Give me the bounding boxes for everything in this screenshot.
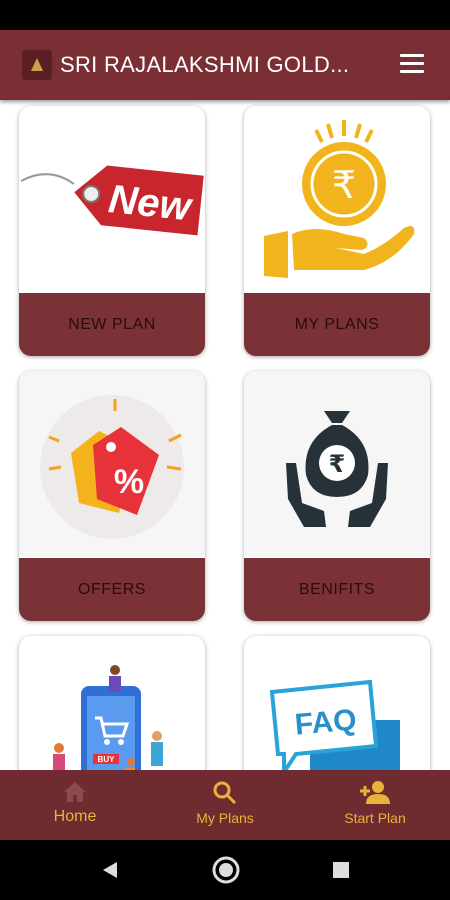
tile-grid: New NEW PLAN ₹ MY PLANS % OFFERS ₹ BENIF… xyxy=(0,100,450,770)
tile-offers[interactable]: % OFFERS xyxy=(19,371,205,621)
nav-start-plan-label: Start Plan xyxy=(344,810,406,826)
tile-new-plan[interactable]: New NEW PLAN xyxy=(19,106,205,356)
faq-text: FAQ xyxy=(294,703,358,741)
tile-shop[interactable]: BUY xyxy=(19,636,205,770)
app-title: SRI RAJALAKSHMI GOLD... xyxy=(60,52,350,77)
nav-start-plan[interactable]: Start Plan xyxy=(300,770,450,840)
back-icon[interactable] xyxy=(99,859,121,881)
tile-my-plans[interactable]: ₹ MY PLANS xyxy=(244,106,430,356)
tile-label: OFFERS xyxy=(19,558,205,621)
coin-hand-icon: ₹ xyxy=(244,106,430,292)
home-icon xyxy=(64,782,86,802)
shopping-phone-icon: BUY xyxy=(19,636,205,770)
nav-home[interactable]: Home xyxy=(0,770,150,840)
faq-speech-icon: FAQ xyxy=(244,636,430,770)
new-tag-icon: New xyxy=(19,106,205,292)
recents-icon[interactable] xyxy=(331,860,351,880)
system-navigation-bar xyxy=(0,840,450,900)
bottom-nav: Home My Plans Start Plan xyxy=(0,770,450,840)
status-bar xyxy=(0,0,450,30)
home-button-icon[interactable] xyxy=(211,855,241,885)
rupee-symbol-text: ₹ xyxy=(332,163,356,207)
rupee-symbol-text: ₹ xyxy=(329,450,346,478)
nav-home-label: Home xyxy=(53,808,97,825)
hamburger-menu-icon[interactable] xyxy=(400,54,424,76)
brand-logo-icon xyxy=(22,50,52,80)
percent-symbol-text: % xyxy=(114,463,144,501)
app-bar: SRI RAJALAKSHMI GOLD... xyxy=(0,30,450,100)
tile-faq[interactable]: FAQ xyxy=(244,636,430,770)
search-icon xyxy=(213,781,237,805)
new-tag-text: New xyxy=(106,177,195,230)
buy-badge-text: BUY xyxy=(98,755,116,764)
nav-my-plans[interactable]: My Plans xyxy=(150,770,300,840)
offer-tag-icon: % xyxy=(19,371,205,557)
tile-label: NEW PLAN xyxy=(19,293,205,356)
tile-label: BENIFITS xyxy=(244,558,430,621)
add-person-icon xyxy=(360,781,390,804)
tile-label: MY PLANS xyxy=(244,293,430,356)
nav-my-plans-label: My Plans xyxy=(196,810,254,826)
money-bag-hands-icon: ₹ xyxy=(244,371,430,557)
tile-benefits[interactable]: ₹ BENIFITS xyxy=(244,371,430,621)
